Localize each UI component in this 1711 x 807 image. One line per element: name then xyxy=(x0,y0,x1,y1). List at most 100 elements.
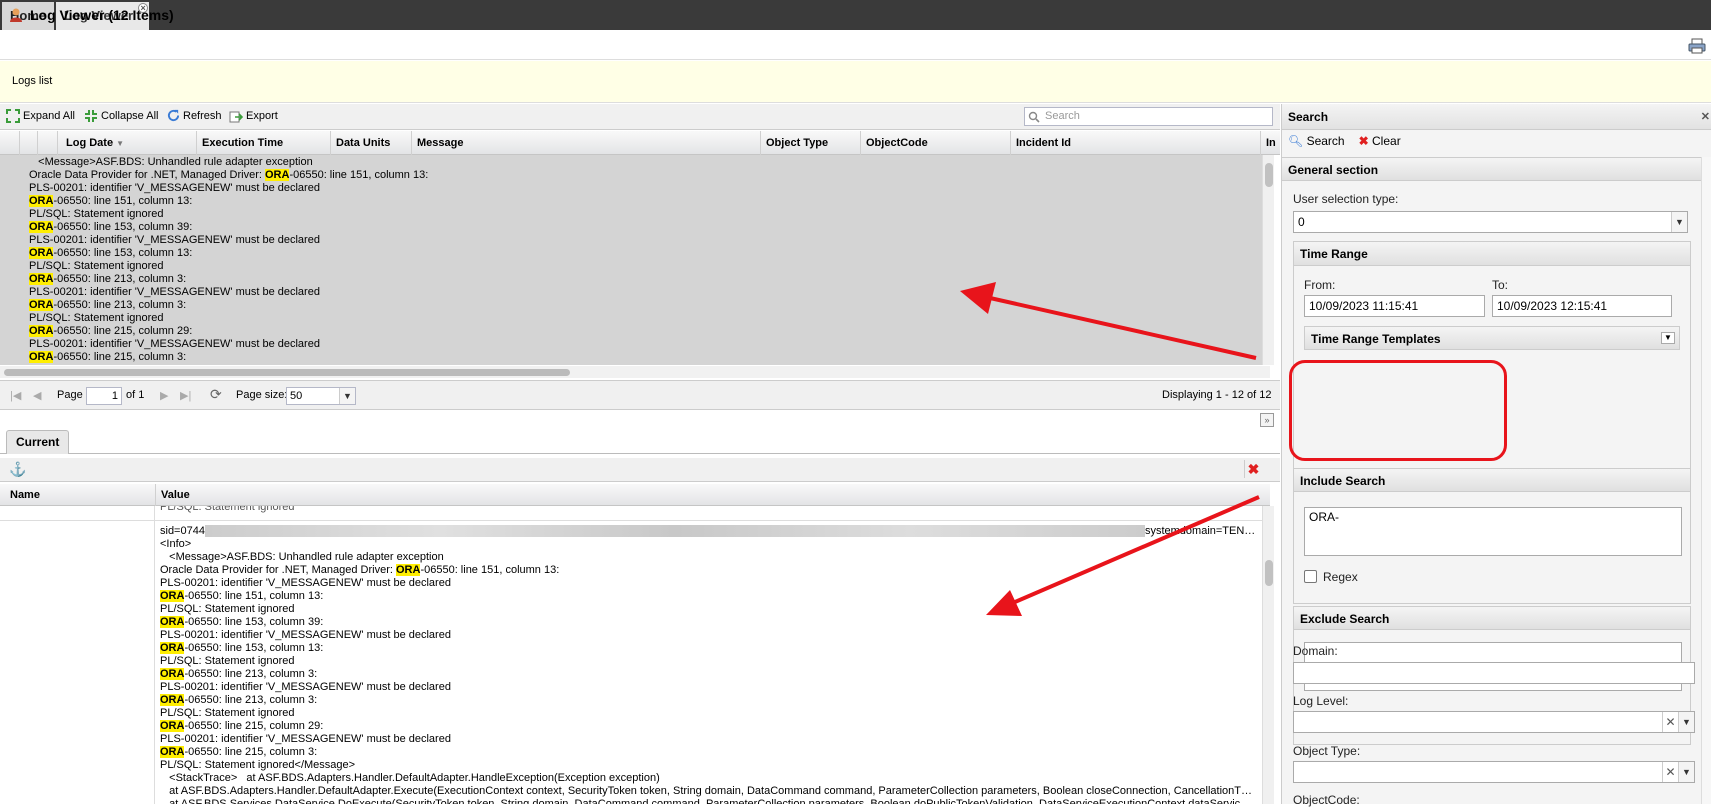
search-actions: 🔍︎ Search ✖ Clear xyxy=(1288,134,1401,148)
detail-message-text: <Info> xyxy=(160,538,192,550)
detail-message-text-rest: -06550: line 151, column 13: xyxy=(420,564,560,576)
column-in[interactable]: In xyxy=(1261,131,1280,155)
detail-message-line: PLS-00201: identifier 'V_MESSAGENEW' mus… xyxy=(160,681,1252,694)
app-tab-bar: Home Log Viewer × xyxy=(0,0,1711,30)
grid-vertical-scrollbar[interactable] xyxy=(1262,155,1274,365)
last-page-icon[interactable]: ▶| xyxy=(180,389,191,402)
search-match-highlight: ORA xyxy=(160,616,185,628)
clear-field-icon[interactable]: ✕ xyxy=(1662,762,1678,782)
search-match-highlight: ORA xyxy=(160,590,185,602)
include-search-textarea[interactable]: ORA- xyxy=(1304,507,1682,556)
grid-message-line: ORA-06550: line 215, column 29: xyxy=(29,325,428,338)
detail-vertical-scroll-thumb[interactable] xyxy=(1265,560,1273,586)
grid-message-line: PL/SQL: Statement ignored xyxy=(29,208,428,221)
log-level-select[interactable]: ✕ ▼ xyxy=(1293,711,1695,733)
grid-vertical-scroll-thumb[interactable] xyxy=(1265,163,1273,187)
row-divider xyxy=(0,520,1262,521)
name-column-cells xyxy=(0,506,155,804)
column-log-date[interactable]: Log Date ▼ xyxy=(61,131,197,155)
export-button[interactable]: Export xyxy=(229,109,278,123)
search-button[interactable]: 🔍︎ Search xyxy=(1288,134,1345,148)
log-message-expanded-row[interactable]: <Message>ASF.BDS: Unhandled rule adapter… xyxy=(0,155,1262,365)
prev-page-icon[interactable]: ◀ xyxy=(33,389,41,402)
grid-search-input[interactable]: Search xyxy=(1024,107,1273,126)
object-code-label: ObjectCode: xyxy=(1293,793,1360,807)
expand-all-label: Expand All xyxy=(23,110,75,122)
search-match-highlight: ORA xyxy=(160,720,185,732)
log-level-label: Log Level: xyxy=(1293,694,1349,708)
general-section-header[interactable]: General section xyxy=(1282,157,1701,181)
chevron-down-icon[interactable]: ▼ xyxy=(1678,762,1694,782)
chevron-down-icon[interactable]: ▼ xyxy=(1661,332,1675,344)
magnifier-icon: 🔍︎ xyxy=(1288,134,1304,148)
first-page-icon[interactable]: |◀ xyxy=(10,389,21,402)
clear-field-icon[interactable]: ✕ xyxy=(1662,712,1678,732)
close-search-icon[interactable]: ✕ xyxy=(1701,104,1710,130)
column-data-units[interactable]: Data Units xyxy=(331,131,412,155)
reload-icon[interactable]: ⟳ xyxy=(210,386,222,403)
exclude-search-header[interactable]: Exclude Search xyxy=(1293,606,1691,630)
include-regex-checkbox[interactable] xyxy=(1304,570,1317,583)
grid-message-text-rest: -06550: line 213, column 3: xyxy=(53,273,187,285)
time-range-header[interactable]: Time Range xyxy=(1294,242,1690,266)
page-size-select[interactable]: 50 ▼ xyxy=(286,387,356,405)
grid-message-line: PLS-00201: identifier 'V_MESSAGENEW' mus… xyxy=(29,338,428,351)
grid-message-text-rest: -06550: line 213, column 3: xyxy=(53,299,187,311)
search-panel-header: Search ✕ xyxy=(1282,104,1711,130)
domain-input[interactable] xyxy=(1293,662,1695,684)
search-panel-scrollbar[interactable] xyxy=(1701,157,1711,804)
detail-message-line: <StackTrace> at ASF.BDS.Adapters.Handler… xyxy=(160,772,1252,785)
chevron-down-icon[interactable]: ▼ xyxy=(339,388,355,404)
collapse-all-button[interactable]: Collapse All xyxy=(84,109,158,123)
page-size-label: Page size: xyxy=(236,389,288,401)
from-date-input[interactable]: 10/09/2023 11:15:41 xyxy=(1304,295,1485,317)
to-date-input[interactable]: 10/09/2023 12:15:41 xyxy=(1492,295,1672,317)
grid-message-text: PLS-00201: identifier 'V_MESSAGENEW' mus… xyxy=(29,338,320,350)
column-object-code[interactable]: ObjectCode xyxy=(861,131,1011,155)
grid-horizontal-scroll-thumb[interactable] xyxy=(4,369,570,376)
grid-search-placeholder: Search xyxy=(1045,110,1080,122)
user-icon xyxy=(10,8,22,22)
print-icon[interactable] xyxy=(1688,37,1706,55)
detail-message-text: Oracle Data Provider for .NET, Managed D… xyxy=(160,564,396,576)
chevron-down-icon[interactable]: ▼ xyxy=(1671,212,1687,232)
detail-message-line: ORA-06550: line 153, column 39: xyxy=(160,616,1252,629)
detail-message-line: ORA-06550: line 215, column 3: xyxy=(160,746,1252,759)
column-object-type[interactable]: Object Type xyxy=(761,131,861,155)
grid-message-text: PLS-00201: identifier 'V_MESSAGENEW' mus… xyxy=(29,182,320,194)
search-match-highlight: ORA xyxy=(29,221,54,233)
grid-horizontal-scrollbar[interactable] xyxy=(0,366,1270,378)
refresh-button[interactable]: Refresh xyxy=(167,109,222,122)
displaying-count: Displaying 1 - 12 of 12 xyxy=(1162,389,1272,401)
column-execution-time[interactable]: Execution Time xyxy=(197,131,331,155)
detail-message-text: at ASF.BDS.Services.DataService.DoExecut… xyxy=(160,798,1252,804)
search-match-highlight: ORA xyxy=(29,273,54,285)
time-range-templates[interactable]: Time Range Templates ▼ xyxy=(1304,326,1680,350)
include-search-group: ORA- Regex xyxy=(1293,492,1691,604)
to-label: To: xyxy=(1492,278,1509,292)
clear-icon: ✖ xyxy=(1358,134,1369,148)
collapse-panel-icon[interactable]: » xyxy=(1260,413,1274,427)
detail-vertical-scrollbar[interactable] xyxy=(1262,506,1274,804)
include-search-header[interactable]: Include Search xyxy=(1293,468,1691,492)
chevron-down-icon[interactable]: ▼ xyxy=(1678,712,1694,732)
grid-message-text: PL/SQL: Statement ignored xyxy=(29,312,164,324)
grid-header-expander xyxy=(0,131,20,155)
search-match-highlight: ORA xyxy=(264,169,290,181)
column-message[interactable]: Message xyxy=(412,131,761,155)
close-detail-icon[interactable]: ✖ xyxy=(1244,460,1262,478)
clear-button[interactable]: ✖ Clear xyxy=(1359,134,1401,148)
value-column-header[interactable]: Value xyxy=(156,484,1270,506)
name-column-header[interactable]: Name xyxy=(0,484,156,506)
user-selection-select[interactable]: 0 ▼ xyxy=(1293,211,1688,233)
page-label: Page xyxy=(57,389,83,401)
grid-message-text: PL/SQL: Statement ignored xyxy=(29,260,164,272)
detail-message-line: PLS-00201: identifier 'V_MESSAGENEW' mus… xyxy=(160,733,1252,746)
anchor-icon[interactable]: ⚓ xyxy=(9,461,26,478)
expand-all-button[interactable]: Expand All xyxy=(6,109,75,123)
tab-current[interactable]: Current xyxy=(6,430,70,454)
next-page-icon[interactable]: ▶ xyxy=(160,389,168,402)
object-type-select[interactable]: ✕ ▼ xyxy=(1293,761,1695,783)
page-number-input[interactable]: 1 xyxy=(86,387,122,405)
column-incident-id[interactable]: Incident Id xyxy=(1011,131,1261,155)
